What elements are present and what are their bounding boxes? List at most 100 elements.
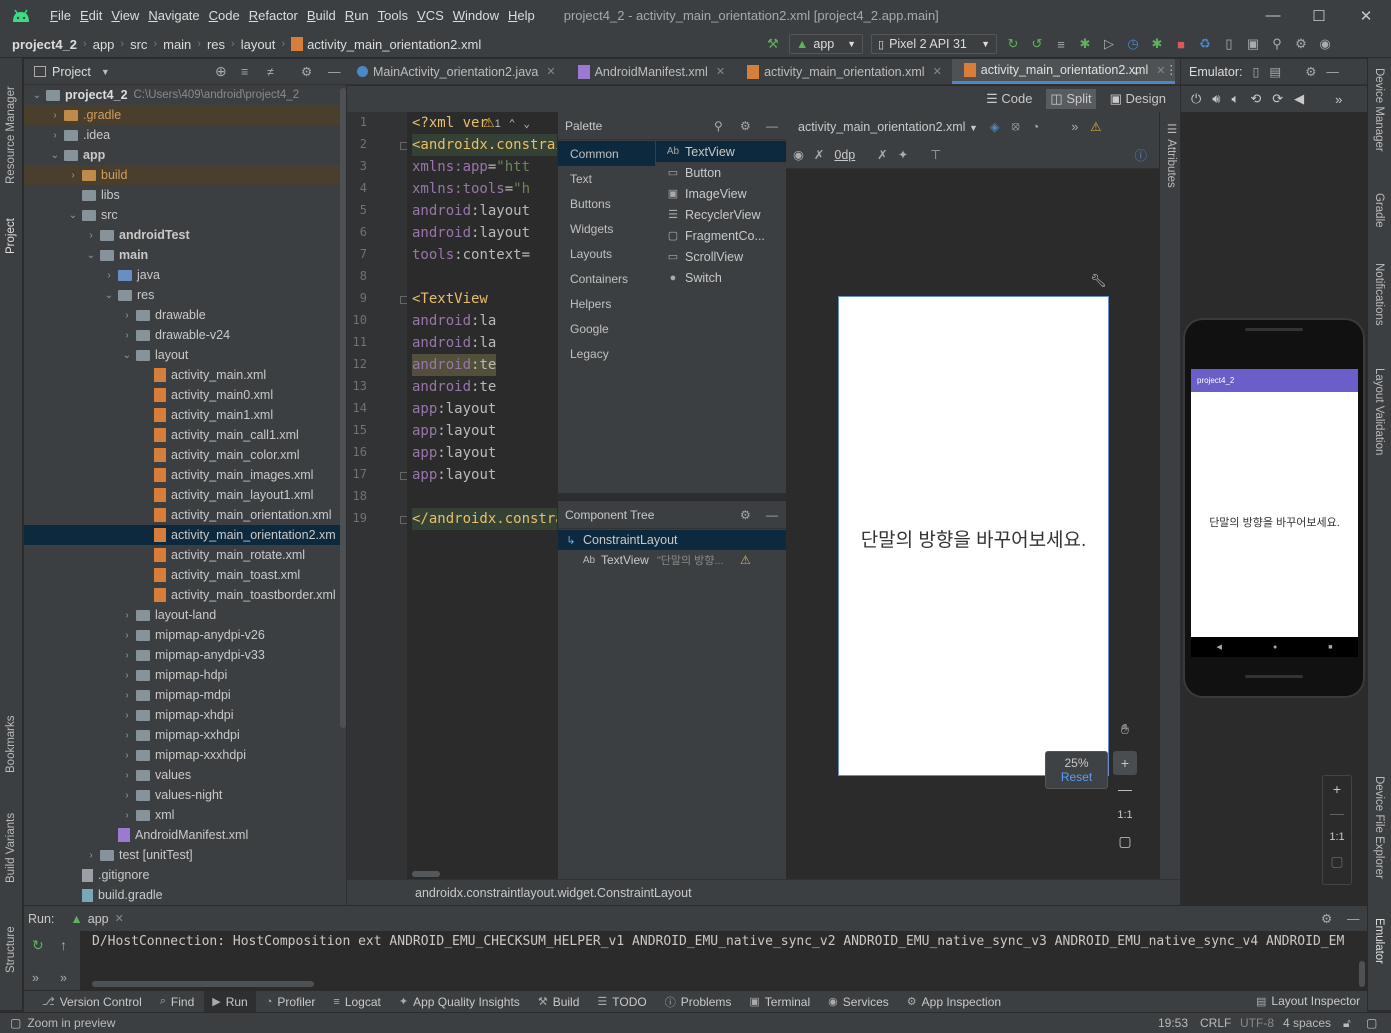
palette-category-google[interactable]: Google — [558, 316, 655, 341]
tree-item[interactable]: activity_main0.xml — [24, 385, 346, 405]
menu-edit[interactable]: Edit — [80, 8, 102, 23]
coverage-icon[interactable]: ≡ — [1053, 36, 1069, 52]
breadcrumb-item[interactable]: main — [163, 37, 191, 52]
tree-item[interactable]: › mipmap-xhdpi — [24, 705, 346, 725]
tree-item[interactable]: .gitignore — [24, 865, 346, 885]
chevron-right-icon[interactable]: › — [120, 790, 134, 801]
tab-activity-main-orientation-xml[interactable]: activity_main_orientation.xml ✕ — [735, 59, 952, 84]
tool-window-todo[interactable]: ☰ TODO — [589, 991, 654, 1013]
view-options-eye-icon[interactable]: ◉ — [793, 147, 804, 162]
chevron-right-icon[interactable]: › — [102, 270, 116, 281]
tree-item[interactable]: › androidTest — [24, 225, 346, 245]
layers-icon[interactable]: ◈ — [990, 119, 1000, 134]
console-v-scrollbar[interactable] — [1359, 961, 1365, 987]
chevron-down-icon[interactable]: ⌄ — [84, 250, 98, 261]
tab-androidmanifest-xml[interactable]: AndroidManifest.xml ✕ — [566, 59, 735, 84]
hide-panel-icon[interactable]: — — [1347, 912, 1360, 926]
chevron-down-icon[interactable]: ⌄ — [102, 290, 116, 301]
device-manager-tab[interactable]: Device Manager — [1373, 68, 1385, 152]
tree-item[interactable]: › layout-land — [24, 605, 346, 625]
lock-icon[interactable]: 🔓︎ — [1343, 1016, 1351, 1031]
chevron-right-icon[interactable]: › — [120, 690, 134, 701]
chevron-right-icon[interactable]: › — [120, 730, 134, 741]
file-encoding[interactable]: UTF-8 — [1240, 1016, 1274, 1030]
window-mode-icon[interactable]: ▤ — [1269, 64, 1281, 79]
tool-window-build[interactable]: ⚒ Build — [530, 991, 588, 1013]
search-icon[interactable]: ⚲ — [714, 119, 723, 133]
tree-item[interactable]: activity_main_color.xml — [24, 445, 346, 465]
chevron-right-icon[interactable]: › — [66, 170, 80, 181]
preview-textview[interactable]: 단말의 방향을 바꾸어보세요. — [839, 525, 1108, 552]
close-window-icon[interactable]: ✕ — [1343, 0, 1389, 31]
emulator-tab[interactable]: Emulator — [1373, 918, 1385, 964]
menu-build[interactable]: Build — [307, 8, 336, 23]
settings-gear-icon[interactable]: ⚙ — [1293, 36, 1309, 52]
scroll-up-icon[interactable]: ↑ — [60, 937, 67, 953]
menu-vcs[interactable]: VCS — [417, 8, 444, 23]
palette-category-common[interactable]: Common — [558, 141, 655, 166]
phone-screen[interactable]: 단말의 방향을 바꾸어보세요. — [1191, 369, 1358, 637]
warning-icon[interactable]: ⚠ — [740, 553, 751, 567]
tree-item[interactable]: › test [unitTest] — [24, 845, 346, 865]
layout-validation-tab[interactable]: Layout Validation — [1373, 368, 1385, 455]
palette-item-switch[interactable]: ● Switch — [656, 267, 786, 288]
locate-file-icon[interactable]: ⊕ — [215, 63, 227, 80]
build-hammer-icon[interactable]: ⚒ — [765, 36, 781, 52]
chevron-right-icon[interactable]: › — [120, 670, 134, 681]
resource-manager-tab[interactable]: Resource Manager — [5, 66, 17, 184]
tree-item[interactable]: ⌄ layout — [24, 345, 346, 365]
tree-item[interactable]: › mipmap-mdpi — [24, 685, 346, 705]
menu-file[interactable]: File — [50, 8, 71, 23]
zoom-fit-icon[interactable]: ▢ — [1325, 849, 1349, 873]
tool-window-problems[interactable]: ⓘ Problems — [657, 991, 740, 1013]
tool-window-profiler[interactable]: ◔ Profiler — [258, 991, 324, 1013]
more-chevron-icon[interactable]: » — [32, 971, 39, 985]
design-view-button[interactable]: ▣ Design — [1106, 89, 1170, 109]
stop-icon[interactable]: ■ — [1173, 36, 1189, 52]
chevron-down-icon[interactable]: ⌄ — [66, 210, 80, 221]
chevron-down-icon[interactable]: ⌄ — [523, 117, 530, 130]
hide-panel-icon[interactable]: — — [1326, 65, 1339, 79]
zoom-actual-button[interactable]: 1:1 — [1113, 803, 1137, 827]
rotate-left-icon[interactable]: ⟲ — [1250, 91, 1261, 107]
tree-root[interactable]: ⌄ project4_2 C:\Users\409\android\projec… — [24, 85, 346, 105]
warning-icon[interactable]: ⚠ — [1090, 119, 1101, 134]
menu-navigate[interactable]: Navigate — [148, 8, 199, 23]
memory-indicator-icon[interactable]: ▢ — [1366, 1016, 1377, 1030]
zoom-fit-icon[interactable]: ▢ — [1113, 829, 1137, 853]
gradle-tab[interactable]: Gradle — [1373, 193, 1385, 228]
rotate-right-icon[interactable]: ⟳ — [1272, 91, 1283, 107]
palette-category-buttons[interactable]: Buttons — [558, 191, 655, 216]
default-margin-select[interactable]: 0dp — [834, 148, 855, 162]
tree-item[interactable]: activity_main_orientation2.xm — [24, 525, 346, 545]
collapse-all-icon[interactable]: ≠ — [267, 65, 274, 79]
guidelines-icon[interactable]: ⊤ — [930, 147, 941, 162]
palette-category-layouts[interactable]: Layouts — [558, 241, 655, 266]
layout-preview[interactable]: 단말의 방향을 바꾸어보세요. — [838, 296, 1109, 776]
zoom-out-icon[interactable]: — — [1325, 801, 1349, 825]
breadcrumb-item[interactable]: activity_main_orientation2.xml — [307, 37, 481, 52]
tree-item[interactable]: activity_main1.xml — [24, 405, 346, 425]
close-tab-icon[interactable]: ✕ — [115, 912, 124, 925]
apply-changes-icon[interactable]: ↺ — [1029, 36, 1045, 52]
zoom-in-icon[interactable]: + — [1325, 777, 1349, 801]
inspection-widget[interactable]: ⚠1 ⌃ ⌄ — [481, 115, 533, 131]
more-chevron-icon[interactable]: » — [60, 971, 67, 985]
more-chevron-icon[interactable]: » — [1335, 92, 1342, 107]
close-tab-icon[interactable]: ✕ — [546, 65, 555, 78]
wrench-icon[interactable]: 🔧︎ — [1090, 273, 1107, 289]
power-icon[interactable]: ⏻ — [1191, 91, 1201, 107]
attributes-tab[interactable]: ☰ Attributes — [1164, 122, 1178, 188]
palette-category-widgets[interactable]: Widgets — [558, 216, 655, 241]
palette-category-helpers[interactable]: Helpers — [558, 291, 655, 316]
palette-item-button[interactable]: ▭ Button — [656, 162, 786, 183]
tree-item[interactable]: activity_main_call1.xml — [24, 425, 346, 445]
rerun-icon[interactable]: ↻ — [32, 937, 44, 954]
tree-item[interactable]: › drawable-v24 — [24, 325, 346, 345]
breadcrumb-item[interactable]: res — [207, 37, 225, 52]
attach-debugger-icon[interactable]: ▷ — [1101, 36, 1117, 52]
project-view-select[interactable]: Project — [52, 65, 91, 79]
debug-icon[interactable]: ✱ — [1077, 36, 1093, 52]
nav-home-icon[interactable]: ● — [1273, 644, 1277, 651]
tree-item[interactable]: activity_main_rotate.xml — [24, 545, 346, 565]
